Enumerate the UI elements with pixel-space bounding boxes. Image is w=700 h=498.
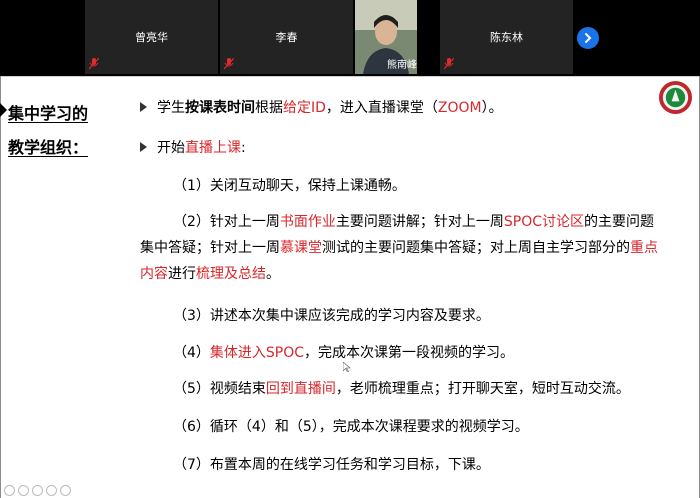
arrow-bullet-icon bbox=[140, 102, 147, 112]
participant-tile[interactable]: 曾亮华 bbox=[85, 0, 218, 74]
mouse-cursor-icon bbox=[343, 362, 351, 372]
participant-video-tile[interactable]: 熊南峰 bbox=[355, 0, 417, 74]
next-page-button[interactable] bbox=[577, 27, 599, 49]
list-item: （6）循环（4）和（5），完成本次课程要求的视频学习。 bbox=[173, 419, 529, 435]
bullet-line: 开始直播上课: bbox=[140, 137, 246, 157]
toolbar-icon[interactable] bbox=[60, 485, 71, 496]
toolbar-icon[interactable] bbox=[46, 485, 57, 496]
arrow-bullet-icon bbox=[140, 142, 147, 152]
slide-border bbox=[0, 76, 1, 498]
mic-muted-icon bbox=[89, 58, 99, 70]
toolbar-icon[interactable] bbox=[18, 485, 29, 496]
list-item: （7）布置本周的在线学习任务和学习目标，下课。 bbox=[173, 457, 490, 473]
slide-toolbar bbox=[0, 482, 80, 498]
divider bbox=[0, 76, 700, 77]
participant-name: 熊南峰 bbox=[387, 60, 417, 71]
mic-muted-icon bbox=[224, 58, 234, 70]
list-item: （4）集体进入SPOC，完成本次课第一段视频的学习。 bbox=[173, 345, 515, 361]
toolbar-icon[interactable] bbox=[4, 485, 15, 496]
chevron-right-icon bbox=[585, 33, 592, 43]
toolbar-icon[interactable] bbox=[32, 485, 43, 496]
participant-name: 陈东林 bbox=[490, 31, 523, 44]
mic-muted-icon bbox=[444, 58, 454, 70]
bullet-icon bbox=[0, 103, 7, 117]
list-item: （3）讲述本次集中课应该完成的学习内容及要求。 bbox=[173, 308, 490, 324]
bullet-line: 学生按课表时间根据给定ID，进入直播课堂（ZOOM）。 bbox=[140, 97, 503, 117]
list-item: （1）关闭互动聊天，保持上课通畅。 bbox=[173, 178, 406, 194]
slide-side-title: 集中学习的 教学组织： bbox=[8, 104, 89, 157]
list-item: （2）针对上一周书面作业主要问题讲解；针对上一周SPOC讨论区的主要问题集中答疑… bbox=[140, 214, 658, 282]
participant-name: 李春 bbox=[275, 31, 298, 44]
participant-strip: 曾亮华 李春 熊南峰 陈东林 bbox=[0, 0, 700, 76]
participant-name: 曾亮华 bbox=[135, 31, 168, 44]
participant-tile[interactable]: 李春 bbox=[220, 0, 353, 74]
university-logo-icon bbox=[658, 80, 693, 115]
participant-tile[interactable]: 陈东林 bbox=[440, 0, 573, 74]
list-item: （5）视频结束回到直播间，老师梳理重点；打开聊天室，短时互动交流。 bbox=[173, 381, 630, 397]
